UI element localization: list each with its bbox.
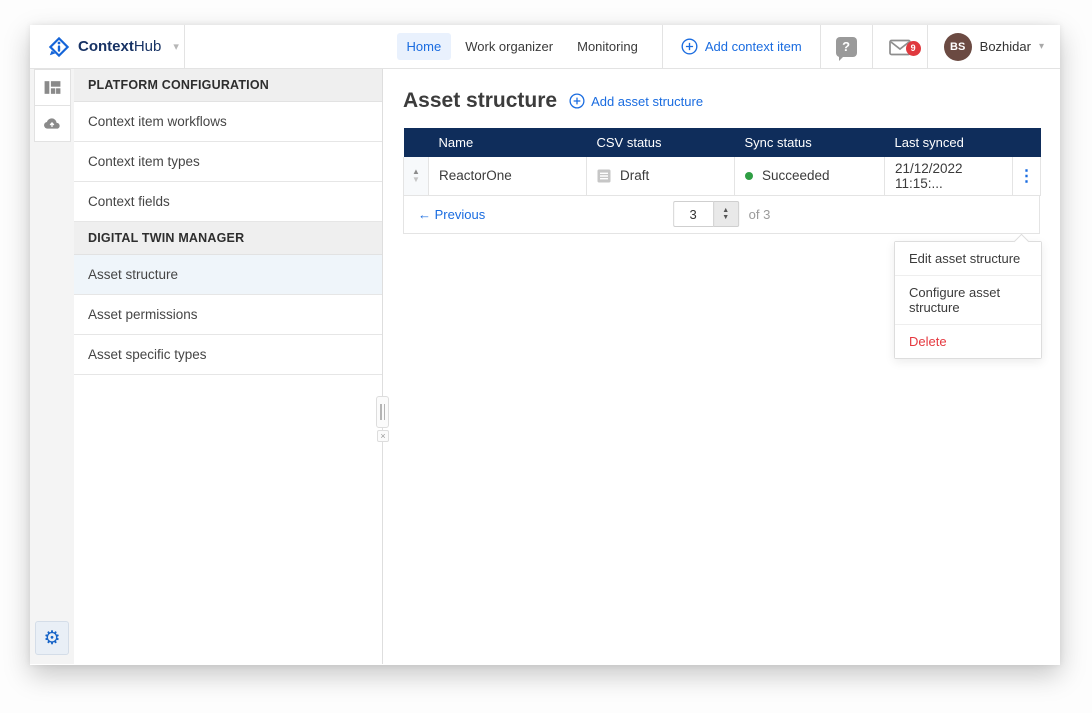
- page-number-input[interactable]: [672, 201, 713, 227]
- plus-circle-icon: [569, 93, 585, 109]
- row-actions-button[interactable]: ⋮: [1012, 157, 1041, 196]
- nav-item-monitoring[interactable]: Monitoring: [567, 33, 648, 60]
- add-context-item-label: Add context item: [704, 39, 802, 54]
- cell-name: ReactorOne: [428, 157, 587, 196]
- dashboard-layout-icon: [43, 78, 62, 97]
- logo-text-bold: Context: [78, 38, 134, 55]
- sidebar-resize-handle[interactable]: [376, 396, 389, 428]
- topbar-right: Home Work organizer Monitoring Add conte…: [185, 25, 1060, 68]
- cell-sync-status: Succeeded: [734, 157, 885, 196]
- sidebar-item-asset-permissions[interactable]: Asset permissions: [74, 295, 382, 335]
- topbar: ContextHub ▾ Home Work organizer Monitor…: [30, 25, 1060, 69]
- sidebar-item-asset-specific-types[interactable]: Asset specific types: [74, 335, 382, 375]
- column-last-synced: Last synced: [884, 128, 1013, 157]
- page-stepper[interactable]: ▲ ▼: [712, 201, 739, 227]
- user-chevron-down-icon: ▾: [1038, 41, 1044, 52]
- icon-rail: ⚙: [30, 69, 74, 664]
- gear-icon: ⚙: [43, 627, 61, 649]
- menu-item-edit-asset-structure[interactable]: Edit asset structure: [895, 242, 1041, 276]
- sidebar-item-asset-structure[interactable]: Asset structure: [74, 255, 382, 295]
- sidebar-item-context-item-workflows[interactable]: Context item workflows: [74, 102, 382, 142]
- user-name: Bozhidar: [979, 39, 1031, 54]
- sidebar-section-platform-configuration: PLATFORM CONFIGURATION: [74, 69, 382, 102]
- column-csv-status: CSV status: [586, 128, 735, 157]
- main-nav: Home Work organizer Monitoring: [396, 33, 662, 60]
- sidebar-collapse-button[interactable]: ×: [377, 430, 389, 442]
- table-header-row: Name CSV status Sync status Last synced: [403, 128, 1041, 157]
- sidebar-section-digital-twin-manager: DIGITAL TWIN MANAGER: [74, 222, 382, 255]
- nav-item-work-organizer[interactable]: Work organizer: [455, 33, 563, 60]
- asset-structure-table: Name CSV status Sync status Last synced …: [403, 128, 1041, 196]
- logo-chevron-down-icon: ▾: [173, 41, 179, 53]
- column-actions: [1012, 128, 1041, 157]
- table-row: ▲ ▼ ReactorOne Draft Succeeded 21/12/202…: [403, 157, 1041, 196]
- logo-menu[interactable]: ContextHub ▾: [30, 25, 185, 68]
- messages-count-badge: 9: [905, 40, 921, 56]
- column-name: Name: [428, 128, 587, 157]
- add-context-item-button[interactable]: Add context item: [663, 38, 820, 55]
- row-reorder-cell[interactable]: ▲ ▼: [403, 157, 429, 196]
- success-dot-icon: [745, 171, 753, 180]
- menu-item-configure-asset-structure[interactable]: Configure asset structure: [895, 276, 1041, 325]
- heading-row: Asset structure Add asset structure: [403, 89, 1043, 113]
- add-asset-structure-button[interactable]: Add asset structure: [569, 93, 703, 109]
- user-menu[interactable]: BS Bozhidar ▾: [928, 32, 1060, 61]
- add-asset-structure-label: Add asset structure: [591, 93, 704, 109]
- column-sync-status: Sync status: [734, 128, 885, 157]
- page-title: Asset structure: [403, 89, 558, 112]
- help-button[interactable]: ?: [821, 36, 872, 61]
- page-total-label: of 3: [748, 206, 771, 222]
- document-lines-icon: [597, 169, 611, 183]
- sidebar-item-context-fields[interactable]: Context fields: [74, 182, 382, 222]
- settings-button[interactable]: ⚙: [35, 621, 69, 655]
- cell-last-synced: 21/12/2022 11:15:...: [884, 157, 1013, 196]
- contexthub-logo-icon: [48, 36, 70, 58]
- app-body: ⚙ PLATFORM CONFIGURATION Context item wo…: [30, 69, 1060, 664]
- cell-csv-status: Draft: [586, 157, 735, 196]
- reorder-arrows-icon: ▲ ▼: [412, 166, 420, 184]
- dashboard-nav-button[interactable]: [33, 69, 71, 106]
- nav-item-home[interactable]: Home: [396, 33, 452, 60]
- logo-text: ContextHub: [78, 38, 161, 55]
- stepper-down-icon: ▼: [722, 214, 730, 221]
- logo-text-light: Hub: [133, 38, 162, 55]
- avatar: BS: [943, 32, 972, 61]
- messages-button[interactable]: 9: [873, 37, 927, 57]
- menu-item-delete[interactable]: Delete: [895, 325, 1041, 358]
- row-actions-menu: Edit asset structure Configure asset str…: [894, 241, 1042, 359]
- page-selector: ▲ ▼ of 3: [672, 201, 771, 227]
- kebab-icon: ⋮: [1018, 167, 1035, 185]
- help-icon: ?: [835, 36, 857, 61]
- main-content: Asset structure Add asset structure Name…: [383, 69, 1060, 664]
- pagination-bar: ← Previous ▲ ▼ of 3: [403, 195, 1040, 234]
- sidebar-item-context-item-types[interactable]: Context item types: [74, 142, 382, 182]
- sidebar: PLATFORM CONFIGURATION Context item work…: [74, 69, 383, 664]
- previous-page-link[interactable]: ← Previous: [418, 207, 485, 222]
- plus-circle-icon: [681, 38, 698, 55]
- stepper-up-icon: ▲: [722, 207, 730, 214]
- cloud-upload-icon: [42, 114, 62, 134]
- column-selector: [403, 128, 429, 157]
- upload-nav-button[interactable]: [33, 105, 71, 142]
- app-window: ContextHub ▾ Home Work organizer Monitor…: [30, 25, 1060, 665]
